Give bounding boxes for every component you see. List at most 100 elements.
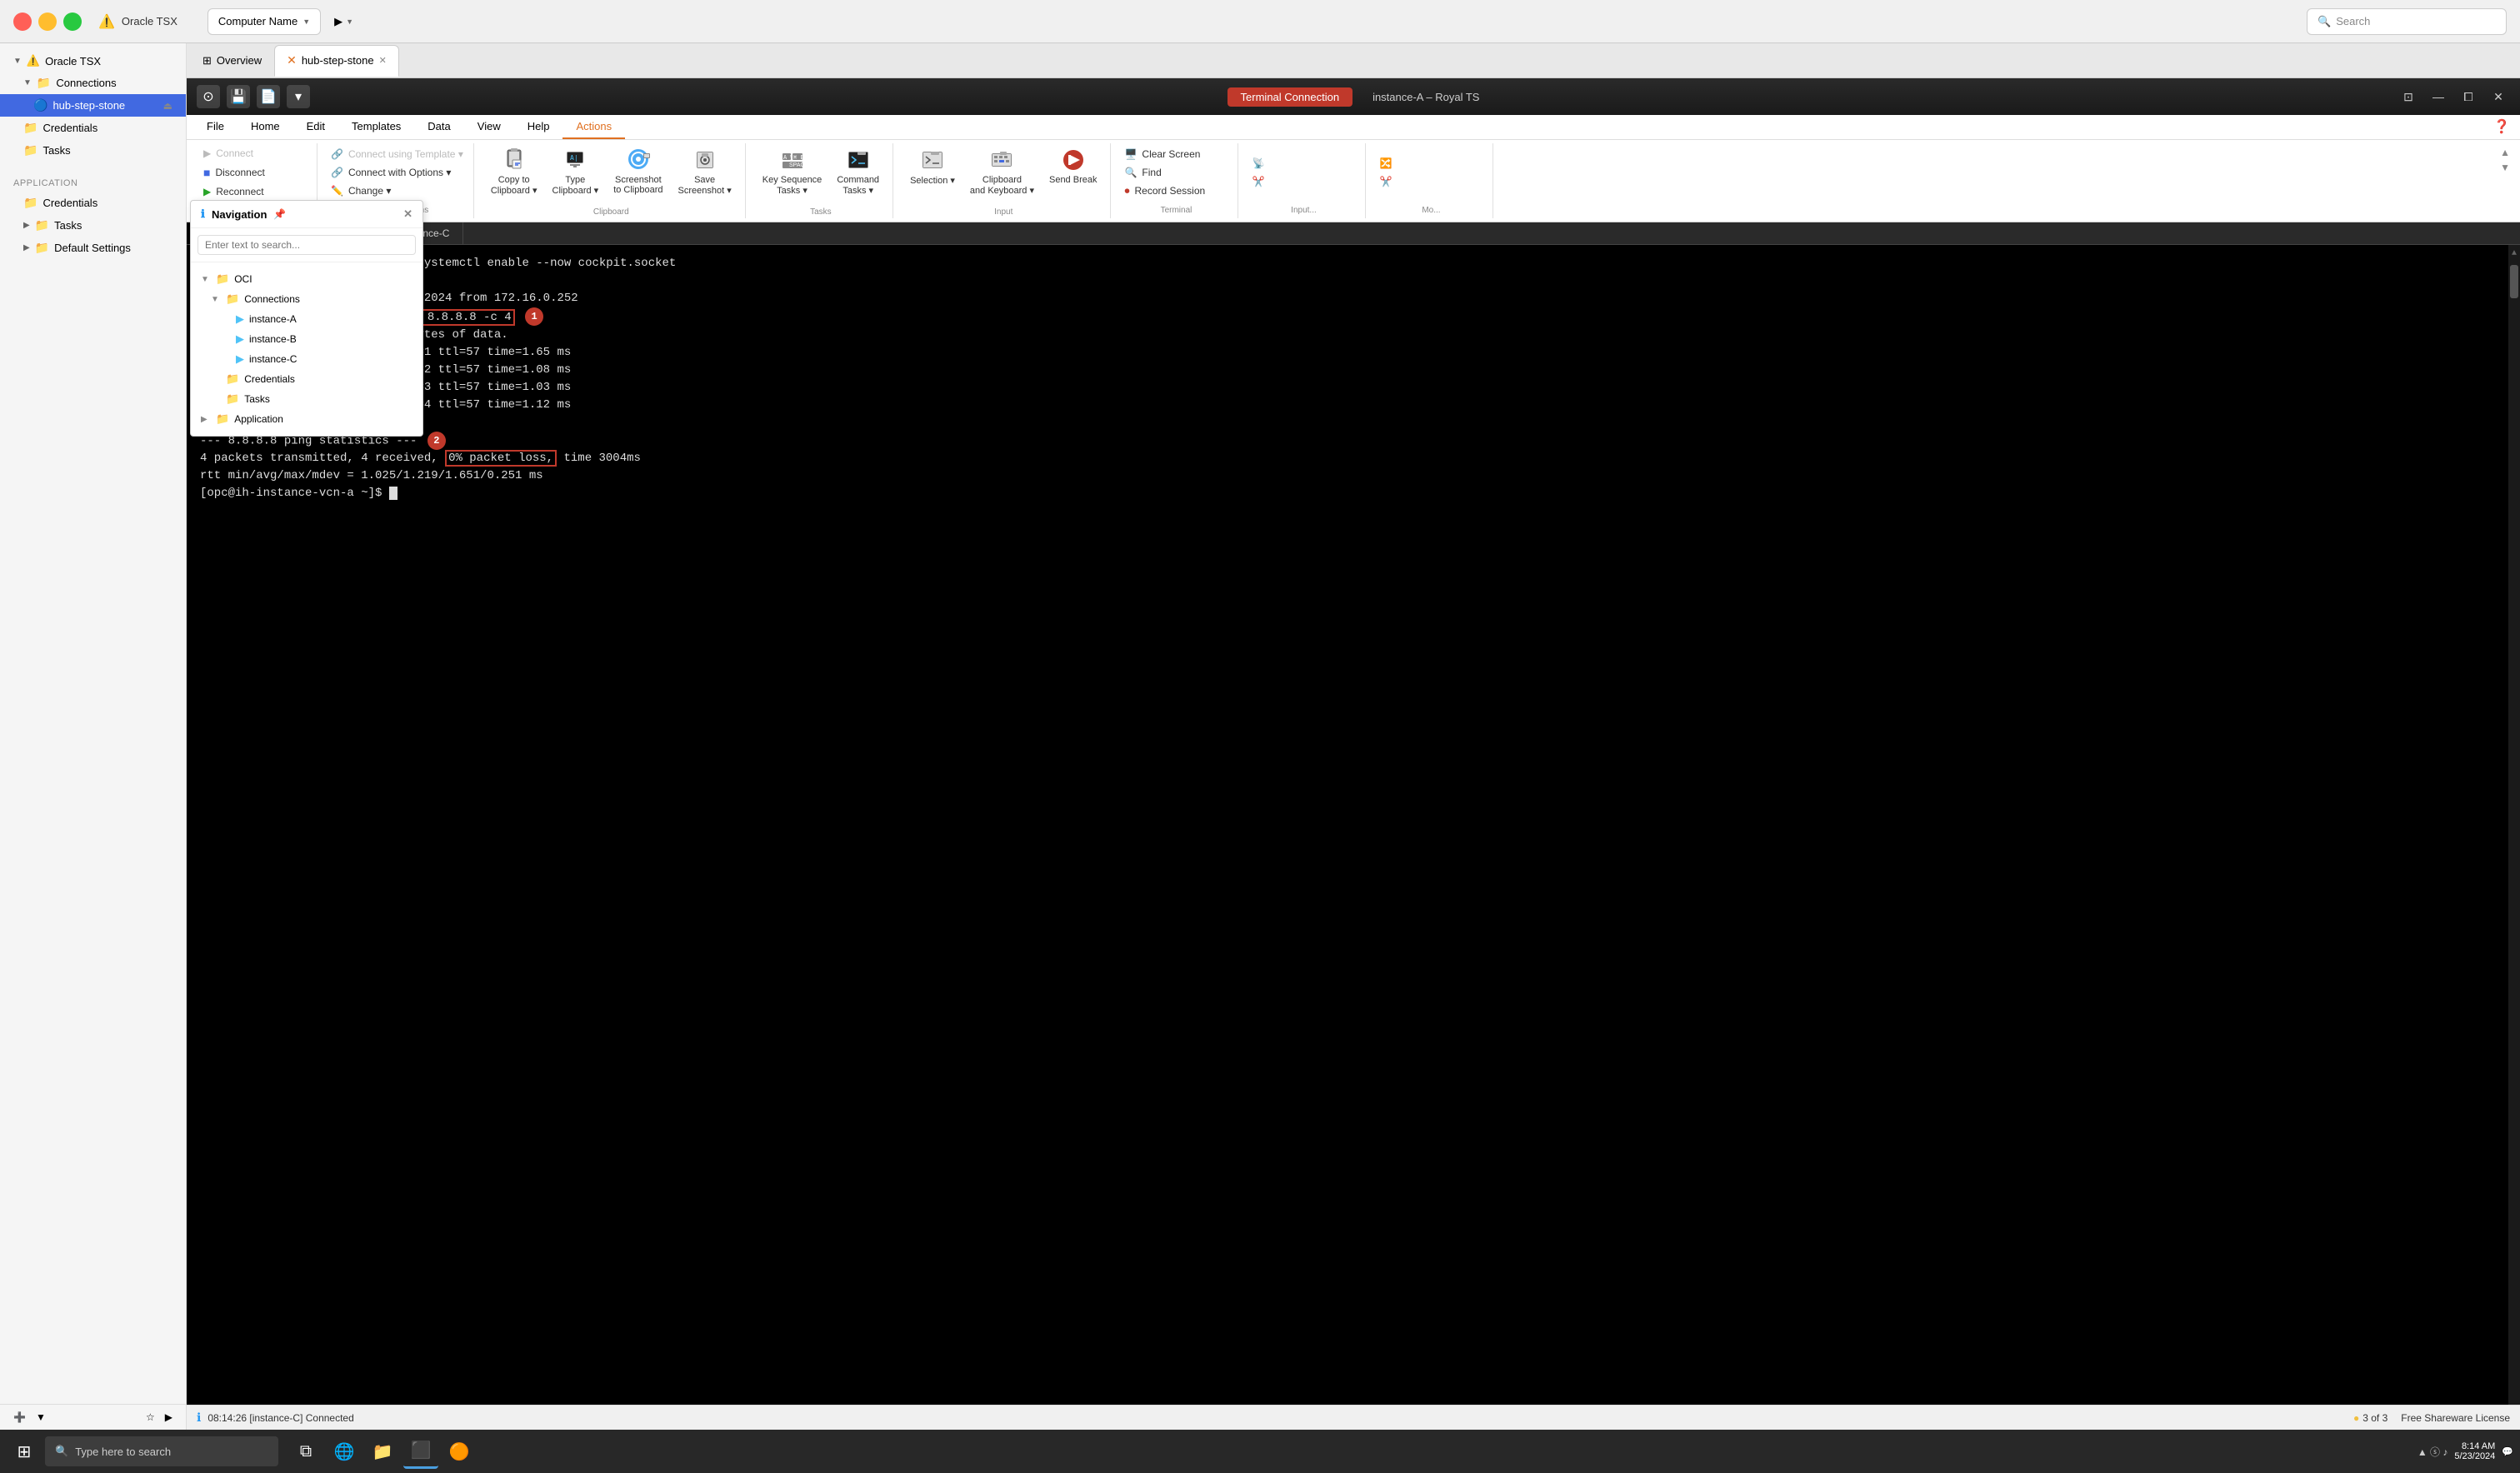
main-area: ⊞ Overview ✕ hub-step-stone ✕ ⊙ 💾 📄 ▾ Te… [187,43,2520,1430]
sidebar-item-app-credentials[interactable]: 📁 Credentials [0,192,186,214]
more-btn1[interactable]: 🔀 [1372,155,1489,172]
sidebar-item-hub-step-stone[interactable]: 🔵 hub-step-stone ⏏ [0,94,186,117]
sidebar-label-app-credentials: Credentials [42,197,98,209]
minimize-button[interactable] [38,12,57,31]
taskbar-explorer-icon[interactable]: 📁 [365,1434,400,1469]
save-screenshot-button[interactable]: SaveScreenshot ▾ [672,143,738,203]
maximize-button[interactable] [63,12,82,31]
key-sequence-button[interactable]: A W⌘ ESPACE Key SequenceTasks ▾ [756,143,829,203]
clipboard-keyboard-button[interactable]: Clipboardand Keyboard ▾ [963,143,1041,203]
terminal-area[interactable]: Activate the web console with: systemctl… [187,245,2520,1430]
computer-name-button[interactable]: Computer Name ▼ [208,8,321,35]
sidebar-item-app-tasks[interactable]: ▶ 📁 Tasks [0,214,186,237]
input-right-icon1: 📡 [1252,157,1264,169]
reconnect-button[interactable]: ▶ Reconnect [197,183,313,200]
ribbon-tab-file[interactable]: File [193,115,238,139]
edge-icon: 🌐 [334,1441,355,1462]
tab-close-icon[interactable]: ✕ [379,55,387,66]
minimize-win-button[interactable]: — [2427,85,2450,108]
scroll-track[interactable] [2508,262,2520,1413]
nav-tree-instance-c[interactable]: ▶ instance-C [191,349,422,369]
taskbar-search[interactable]: 🔍 Type here to search [45,1436,278,1466]
ribbon-tab-edit[interactable]: Edit [293,115,338,139]
connect-button[interactable]: ▶ Connect [197,145,313,162]
sidebar-dropdown-icon[interactable]: ▼ [36,1411,46,1423]
ribbon-collapse-up-button[interactable]: ▲ [2500,147,2510,158]
sidebar-item-oracle-tsx[interactable]: ▼ ⚠️ Oracle TSX [0,50,186,72]
type-clipboard-button[interactable]: A| TypeClipboard ▾ [546,143,606,203]
nav-pin-icon[interactable]: 📌 [273,208,286,220]
ribbon-collapse-down-button[interactable]: ▼ [2500,162,2510,173]
nav-tree-instance-a[interactable]: ▶ instance-A [191,309,422,329]
nav-tree-connections[interactable]: ▼ 📁 Connections [191,289,422,309]
sidebar-play-icon[interactable]: ▶ [165,1411,172,1423]
terminal-line-5: PING 8.8.8.8 (8.8.8.8) 56(84) bytes of d… [200,327,2507,344]
record-session-button[interactable]: ⏺ Record Session [1118,182,1234,200]
terminal-scrollbar[interactable]: ▲ ▼ [2508,245,2520,1430]
find-button[interactable]: 🔍 Find [1118,164,1234,181]
terminal-line-12: 4 packets transmitted, 4 received, 0% pa… [200,450,2507,467]
nav-tree-application[interactable]: ▶ 📁 Application [191,409,422,429]
close-win-button[interactable]: ✕ [2487,85,2510,108]
sidebar-item-tasks[interactable]: 📁 Tasks [0,139,186,162]
ribbon-tab-help[interactable]: Help [514,115,563,139]
app-title-label: Oracle TSX [122,15,178,27]
ribbon-tab-data[interactable]: Data [414,115,463,139]
send-break-button[interactable]: Send Break [1042,143,1103,203]
sidebar-item-default-settings[interactable]: ▶ 📁 Default Settings [0,237,186,259]
ribbon-tabs: File Home Edit Templates Data View Help … [187,115,2520,140]
close-button[interactable] [13,12,32,31]
command-tasks-button[interactable]: CommandTasks ▾ [830,143,886,203]
taskbar-royal-ts-icon[interactable]: 🟠 [442,1434,477,1469]
terminal-connection-badge: Terminal Connection [1228,87,1353,107]
screenshot-clipboard-label: Screenshotto Clipboard [613,175,662,195]
terminal-line-9: 64 bytes from 8.8.8.8: icmp_seq=4 ttl=57… [200,397,2507,414]
connect-template-button[interactable]: 🔗 Connect using Template ▾ [324,146,470,162]
scroll-thumb[interactable] [2510,265,2518,298]
sidebar-item-connections[interactable]: ▼ 📁 Connections [0,72,186,94]
tab-overview[interactable]: ⊞ Overview [190,45,274,77]
sidebar-star-icon[interactable]: ☆ [146,1411,155,1423]
restore-button[interactable]: ⊡ [2397,85,2420,108]
sidebar-item-credentials[interactable]: 📁 Credentials [0,117,186,139]
nav-tree-oci[interactable]: ▼ 📁 OCI [191,269,422,289]
tab-hub-step-stone[interactable]: ✕ hub-step-stone ✕ [274,45,399,77]
inner-quick-icon[interactable]: ▾ [287,85,310,108]
taskbar-edge-icon[interactable]: 🌐 [327,1434,362,1469]
connect-options-button[interactable]: 🔗 Connect with Options ▾ [324,164,470,181]
nav-tree-instance-b[interactable]: ▶ instance-B [191,329,422,349]
taskbar-notification-icon[interactable]: 💬 [2502,1446,2513,1457]
nav-tree-tasks[interactable]: 📁 Tasks [191,389,422,409]
copy-to-clipboard-button[interactable]: Copy toClipboard ▾ [484,143,544,203]
clear-screen-button[interactable]: 🖥️ Clear Screen [1118,146,1234,162]
ribbon-help-icon[interactable]: ❓ [2490,115,2513,138]
credentials-nav-icon: 📁 [226,372,239,386]
input-right-btn2[interactable]: ✂️ [1245,173,1362,190]
inner-doc-icon[interactable]: 📄 [257,85,280,108]
sidebar-add-icon[interactable]: ➕ [13,1411,26,1423]
change-button[interactable]: ✏️ Change ▾ [324,182,470,199]
selection-button[interactable]: Selection ▾ [903,143,962,203]
key-sequence-label: Key SequenceTasks ▾ [762,175,822,196]
nav-tree-credentials[interactable]: 📁 Credentials [191,369,422,389]
nav-search-input[interactable] [198,235,416,255]
screenshot-to-clipboard-button[interactable]: Screenshotto Clipboard [607,143,669,203]
play-button[interactable]: ▶ ▼ [328,12,360,32]
more-btn2[interactable]: ✂️ [1372,173,1489,190]
inner-home-icon[interactable]: ⊙ [197,85,220,108]
taskbar-terminal-icon[interactable]: ⬛ [403,1434,438,1469]
input-right-btn1[interactable]: 📡 [1245,155,1362,172]
ribbon-tab-home[interactable]: Home [238,115,293,139]
scroll-up-button[interactable]: ▲ [2508,245,2520,262]
nav-close-button[interactable]: ✕ [403,207,412,221]
ribbon-tab-actions[interactable]: Actions [562,115,625,139]
taskbar-clock[interactable]: 8:14 AM 5/23/2024 [2454,1441,2495,1461]
taskbar-taskview-icon[interactable]: ⧉ [288,1434,323,1469]
inner-save-icon[interactable]: 💾 [227,85,250,108]
maximize-win-button[interactable]: ⧠ [2457,85,2480,108]
search-bar[interactable]: 🔍 Search [2307,8,2507,35]
ribbon-tab-view[interactable]: View [464,115,514,139]
disconnect-button[interactable]: ■ Disconnect [197,163,313,182]
start-button[interactable]: ⊞ [7,1434,42,1469]
ribbon-tab-templates[interactable]: Templates [338,115,414,139]
